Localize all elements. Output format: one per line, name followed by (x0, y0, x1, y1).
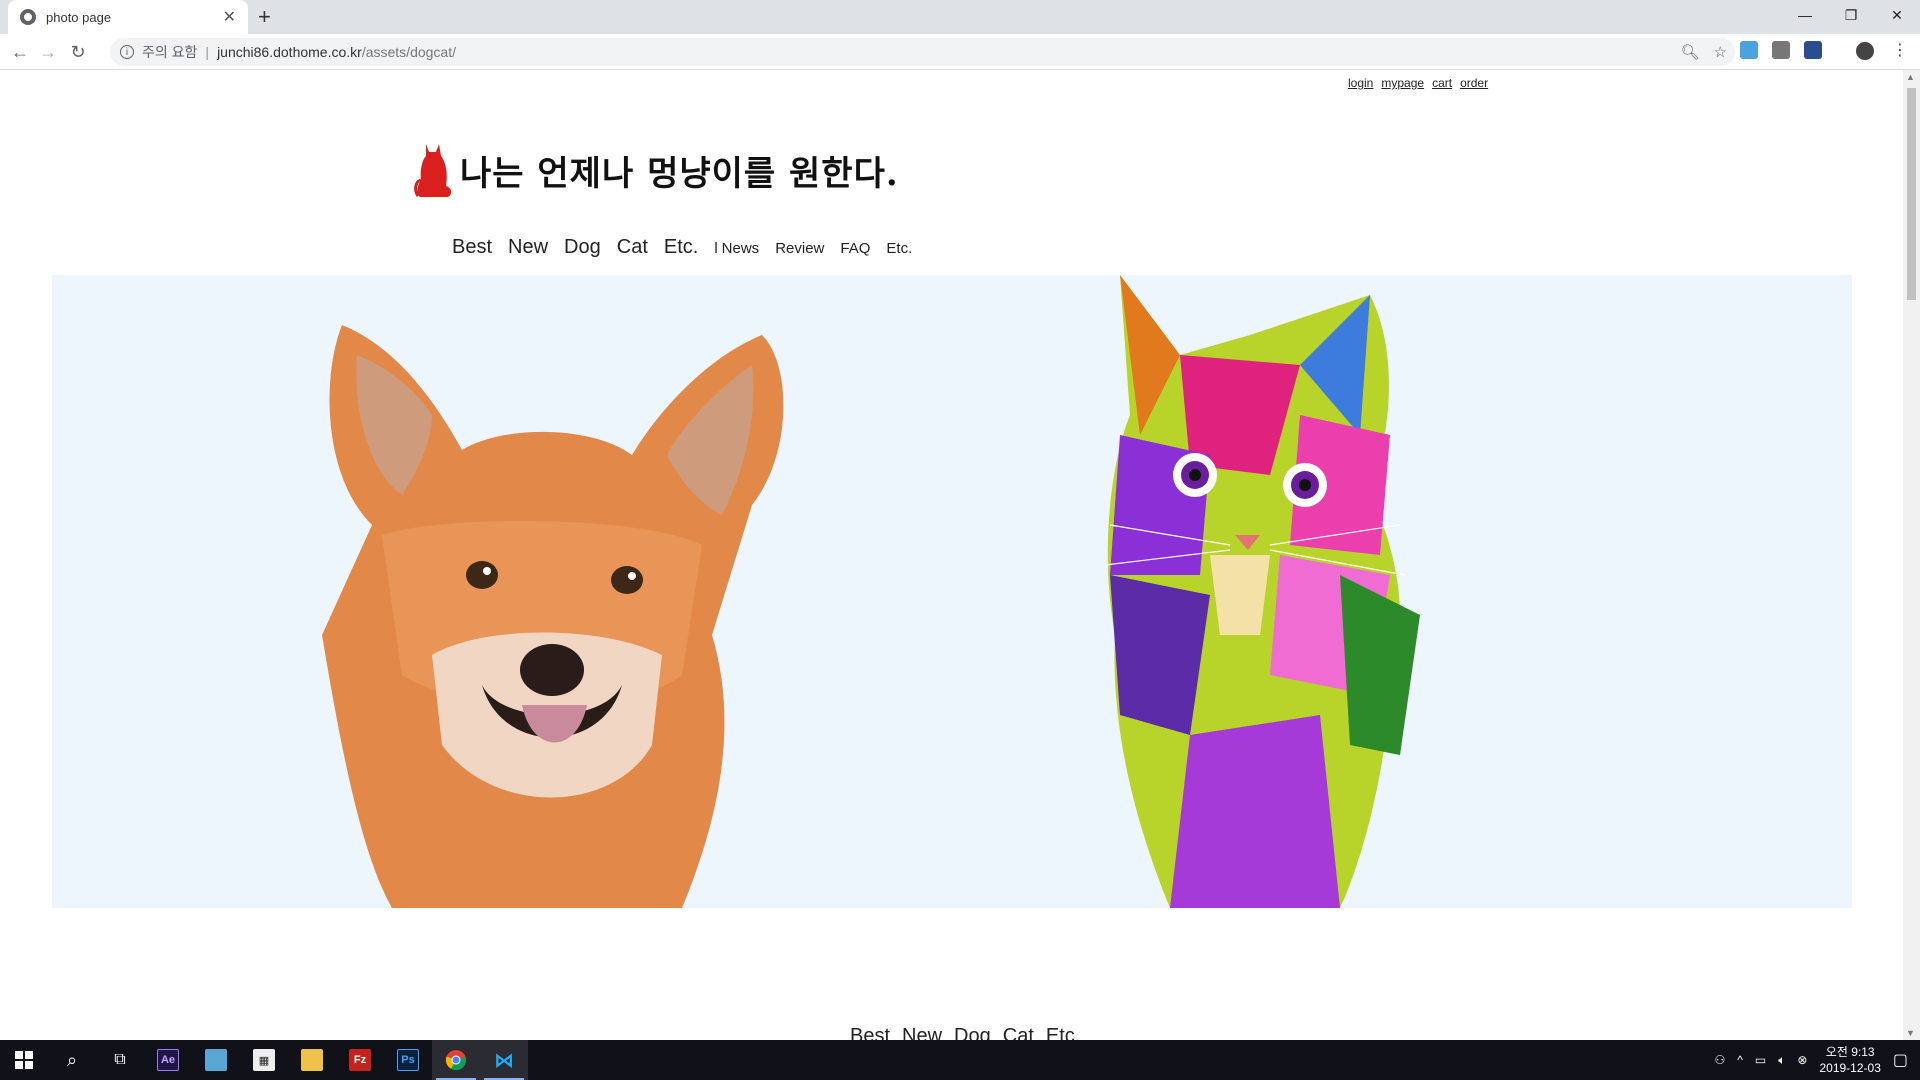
search-button[interactable]: ⌕ (48, 1040, 96, 1080)
chrome-icon (445, 1050, 467, 1071)
start-button[interactable] (0, 1040, 48, 1080)
clock[interactable]: 오전 9:13 2019-12-03 (1819, 1044, 1880, 1076)
browser-tab[interactable]: photo page ✕ (8, 0, 248, 34)
after-effects-app[interactable]: Ae (144, 1040, 192, 1080)
scroll-up-icon[interactable]: ▲ (1906, 72, 1915, 82)
bottom-nav-best[interactable]: Best (850, 1025, 890, 1040)
task-view-icon: ⧉ (114, 1051, 126, 1068)
system-tray: ⚇ ^ ▭ 🔈︎ ⊗ 오전 9:13 2019-12-03 ▢ (1714, 1040, 1920, 1080)
tab-title: photo page (46, 9, 112, 25)
browser-menu-icon[interactable]: ⋮ (1892, 40, 1908, 60)
extension-icon[interactable] (1740, 41, 1758, 59)
photoshop-icon: Ps (397, 1049, 419, 1071)
search-icon: ⌕ (66, 1049, 78, 1070)
zoom-icon[interactable]: 🔍︎ (1681, 43, 1700, 61)
forward-icon[interactable]: → (36, 40, 60, 64)
site-logo[interactable]: 나는 언제나 멍냥이를 원한다. (412, 140, 899, 200)
bottom-nav: Best New Dog Cat Etc. (850, 1025, 1080, 1040)
file-explorer-app[interactable] (288, 1040, 336, 1080)
main-nav: Best New Dog Cat Etc. l News Review FAQ E… (452, 236, 912, 259)
bottom-nav-cat[interactable]: Cat (1003, 1025, 1034, 1040)
camera-extension-icon[interactable] (1772, 41, 1790, 59)
cat-illustration (1104, 275, 1420, 908)
photoshop-app[interactable]: Ps (384, 1040, 432, 1080)
nav-etc2[interactable]: Etc. (886, 240, 912, 257)
hero-banner (52, 275, 1852, 908)
login-link[interactable]: login (1348, 76, 1373, 90)
calculator-icon: ▦ (253, 1049, 275, 1071)
close-window-icon[interactable]: ✕ (1874, 0, 1920, 30)
clock-time: 오전 9:13 (1825, 1045, 1875, 1059)
logo-text: 나는 언제나 멍냥이를 원한다. (460, 153, 899, 194)
nav-etc[interactable]: Etc. (664, 236, 698, 259)
mypage-link[interactable]: mypage (1381, 76, 1424, 90)
extensions (1740, 41, 1822, 59)
corgi-illustration (322, 325, 784, 908)
vscode-app[interactable]: ⋈ (480, 1040, 528, 1080)
notes-icon (205, 1049, 227, 1071)
address-path: /assets/dogcat/ (361, 44, 456, 60)
address-bar[interactable]: i 주의 요함 | junchi86.dothome.co.kr/assets/… (110, 38, 1735, 66)
nav-new[interactable]: New (508, 236, 548, 259)
address-separator: | (205, 44, 210, 60)
address-domain: junchi86.dothome.co.kr (217, 44, 362, 60)
scroll-down-icon[interactable]: ▼ (1906, 1028, 1915, 1038)
bookmark-star-icon[interactable]: ☆ (1714, 43, 1727, 61)
minimize-icon[interactable]: — (1782, 0, 1828, 30)
nav-divider: l (714, 240, 718, 257)
nav-best[interactable]: Best (452, 236, 492, 259)
page-viewport: login mypage cart order 나는 언제나 멍냥이를 원한다.… (0, 70, 1903, 1040)
folder-icon (301, 1049, 323, 1071)
scroll-thumb[interactable] (1907, 88, 1916, 300)
volume-muted-icon[interactable]: 🔈︎ (1778, 1053, 1785, 1068)
chrome-app[interactable] (432, 1040, 480, 1080)
task-view-button[interactable]: ⧉ (96, 1040, 144, 1080)
after-effects-icon: Ae (157, 1049, 179, 1071)
window-controls: — ❐ ✕ (1782, 0, 1920, 30)
util-links: login mypage cart order (1348, 76, 1488, 90)
clock-date: 2019-12-03 (1819, 1061, 1881, 1075)
bottom-nav-new[interactable]: New (902, 1025, 942, 1040)
windows-taskbar: ⌕ ⧉ Ae ▦ Fz Ps ⋈ ⚇ ^ ▭ 🔈︎ ⊗ 오전 9:13 2019… (0, 1040, 1920, 1080)
info-icon[interactable]: i (120, 45, 134, 59)
bookmark-extension-icon[interactable] (1804, 41, 1822, 59)
nav-news[interactable]: News (722, 240, 760, 257)
browser-toolbar: ← → ↻ i 주의 요함 | junchi86.dothome.co.kr/a… (0, 34, 1920, 70)
notes-app[interactable] (192, 1040, 240, 1080)
calculator-app[interactable]: ▦ (240, 1040, 288, 1080)
tab-strip: photo page ✕ + — ❐ ✕ (0, 0, 1920, 34)
show-hidden-icons[interactable]: ^ (1737, 1053, 1743, 1067)
account-icon[interactable] (1856, 42, 1874, 60)
bottom-nav-dog[interactable]: Dog (954, 1025, 991, 1040)
page-scrollbar[interactable]: ▲ ▼ (1903, 70, 1920, 1040)
network-icon[interactable]: ▭ (1755, 1053, 1766, 1067)
people-icon[interactable]: ⚇ (1714, 1053, 1725, 1067)
nav-cat[interactable]: Cat (617, 236, 648, 259)
cat-logo-icon (414, 144, 452, 197)
cart-link[interactable]: cart (1432, 76, 1452, 90)
omnibox-actions: 🔍︎ ☆ (1681, 43, 1728, 61)
nav-faq[interactable]: FAQ (840, 240, 870, 257)
restore-icon[interactable]: ❐ (1828, 0, 1874, 30)
security-warning[interactable]: 주의 요함 (142, 42, 197, 62)
back-icon[interactable]: ← (8, 40, 32, 64)
filezilla-app[interactable]: Fz (336, 1040, 384, 1080)
filezilla-icon: Fz (349, 1049, 371, 1071)
notification-error-icon[interactable]: ⊗ (1797, 1053, 1807, 1067)
reload-icon[interactable]: ↻ (66, 40, 90, 64)
vscode-icon: ⋈ (494, 1049, 514, 1072)
order-link[interactable]: order (1460, 76, 1488, 90)
windows-logo-icon (15, 1051, 33, 1069)
bottom-nav-etc[interactable]: Etc. (1046, 1025, 1080, 1040)
action-center-icon[interactable]: ▢ (1893, 1050, 1908, 1070)
globe-icon (20, 9, 36, 25)
new-tab-button[interactable]: + (258, 4, 271, 30)
nav-review[interactable]: Review (775, 240, 824, 257)
close-tab-icon[interactable]: ✕ (223, 7, 236, 27)
nav-dog[interactable]: Dog (564, 236, 601, 259)
